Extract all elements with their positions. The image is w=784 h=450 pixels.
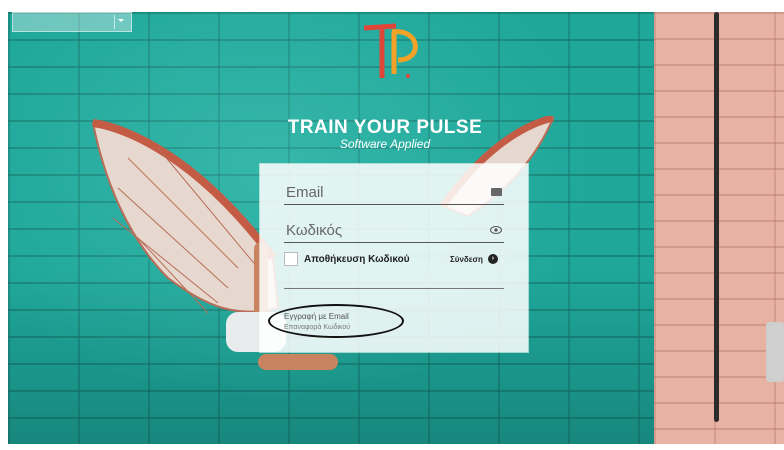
divider — [284, 288, 504, 289]
language-dropdown[interactable] — [12, 12, 132, 32]
password-field[interactable]: Κωδικός — [284, 214, 504, 243]
wall-pipe — [714, 12, 719, 422]
email-field[interactable]: Email — [284, 176, 504, 205]
remember-label: Αποθήκευση Κωδικού — [304, 253, 410, 265]
remember-checkbox[interactable] — [284, 252, 298, 266]
login-button[interactable]: Σύνδεση › — [450, 254, 498, 264]
chevron-down-icon — [114, 15, 127, 29]
wall-valve — [766, 322, 784, 382]
pink-brick-wall — [654, 12, 784, 444]
envelope-icon — [491, 187, 502, 199]
brand-block: TRAIN YOUR PULSE Software Applied — [260, 117, 510, 151]
brand-title: TRAIN YOUR PULSE — [287, 117, 483, 138]
highlight-ellipse — [268, 304, 404, 338]
remember-password[interactable]: Αποθήκευση Κωδικού — [284, 252, 410, 266]
arrow-right-icon: › — [487, 254, 498, 264]
email-placeholder: Email — [286, 184, 324, 201]
person-feet — [258, 354, 338, 370]
login-label: Σύνδεση — [450, 254, 483, 264]
password-placeholder: Κωδικός — [286, 222, 343, 239]
brand-subtitle: Software Applied — [339, 137, 431, 151]
eye-icon[interactable] — [490, 225, 502, 237]
tp-logo — [363, 23, 418, 78]
